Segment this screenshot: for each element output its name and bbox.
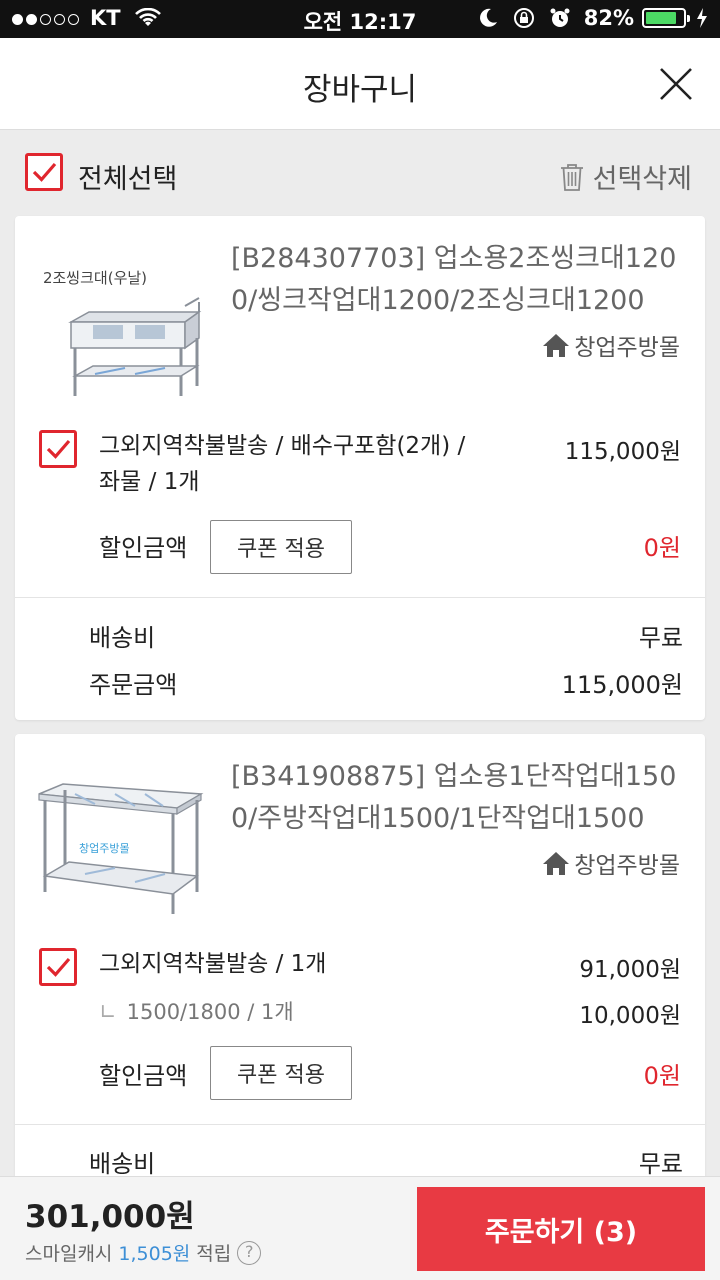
apply-coupon-button[interactable]: 쿠폰 적용 (210, 1046, 352, 1100)
delete-selected-label: 선택삭제 (592, 164, 692, 195)
check-icon (46, 439, 71, 459)
page-title: 장바구니 (302, 72, 418, 108)
select-all-label[interactable]: 전체선택 (78, 157, 177, 196)
home-icon (543, 334, 570, 357)
home-icon (543, 852, 570, 875)
order-amount-label: 주문금액 (89, 671, 178, 699)
product-name[interactable]: [B341908875] 업소용1단작업대1500/주방작업대1500/1단작업… (231, 756, 691, 840)
order-button[interactable]: 주문하기 (3) (417, 1187, 705, 1271)
discount-label: 할인금액 (99, 1062, 188, 1090)
product-name[interactable]: [B284307703] 업소용2조씽크대1200/씽크작업대1200/2조싱크… (231, 238, 691, 322)
smile-cash-label: 스마일캐시 (25, 1243, 113, 1265)
shipping-label: 배송비 (89, 624, 156, 652)
product-image[interactable]: 창업주방몰 (35, 764, 211, 924)
order-amount-value: 115,000원 (561, 671, 683, 699)
status-bar: KT 오전 12:17 82% (0, 0, 720, 38)
thumb-watermark: 창업주방몰 (79, 842, 130, 855)
divider (15, 1124, 705, 1125)
smile-cash-suffix: 적립 (196, 1243, 232, 1265)
smile-cash-info: 스마일캐시 1,505원 적립 ? (25, 1239, 262, 1266)
shipping-value: 무료 (638, 1150, 683, 1178)
moon-icon (479, 8, 497, 27)
apply-coupon-button[interactable]: 쿠폰 적용 (210, 520, 352, 574)
option-text: 그외지역착불발송 / 배수구포함(2개) / 좌물 / 1개 (99, 433, 466, 495)
bottom-bar: 301,000원 스마일캐시 1,505원 적립 ? 주문하기 (3) (0, 1176, 720, 1280)
battery-percent: 82% (583, 6, 634, 30)
item-checkbox[interactable] (39, 430, 77, 468)
cart-item-card: 2조씽크대(우날) [B284307703] 업소용2조씽크대1200/씽크작업… (15, 216, 705, 720)
close-icon[interactable] (658, 66, 694, 102)
status-right: 82% (464, 6, 708, 30)
sub-option-marker-icon: ∟ (99, 1000, 117, 1024)
discount-label: 할인금액 (99, 534, 188, 562)
seller-name: 창업주방몰 (574, 853, 680, 879)
cart-item-card: 창업주방몰 [B341908875] 업소용1단작업대1500/주방작업대150… (15, 734, 705, 1204)
check-icon (46, 957, 71, 977)
shipping-label: 배송비 (89, 1150, 156, 1178)
discount-value: 0원 (643, 534, 681, 562)
sub-option-price: 10,000원 (579, 1003, 681, 1029)
delete-selected-button[interactable]: 선택삭제 (559, 157, 692, 196)
rotation-lock-icon (513, 8, 534, 28)
seller-name: 창업주방몰 (574, 335, 680, 361)
header: 장바구니 (0, 38, 720, 130)
select-bar: 전체선택 선택삭제 (0, 130, 720, 216)
trash-icon (560, 163, 583, 191)
seller-link[interactable]: 창업주방몰 (542, 846, 680, 880)
option-price: 115,000원 (564, 439, 681, 465)
battery-icon (642, 8, 690, 28)
product-image[interactable]: 2조씽크대(우날) (35, 246, 211, 406)
option-text: 그외지역착불발송 / 1개 (99, 951, 327, 977)
sub-option-text: 1500/1800 / 1개 (126, 1000, 294, 1024)
check-icon (32, 162, 57, 182)
thumb-label: 2조씽크대(우날) (43, 269, 147, 287)
divider (15, 597, 705, 598)
seller-link[interactable]: 창업주방몰 (542, 328, 680, 362)
help-icon[interactable]: ? (237, 1240, 262, 1265)
smile-cash-amount: 1,505원 (118, 1243, 191, 1265)
item-checkbox[interactable] (39, 948, 77, 986)
discount-value: 0원 (643, 1062, 681, 1090)
shipping-value: 무료 (638, 624, 683, 652)
sub-option: ∟ 1500/1800 / 1개 (99, 996, 294, 1026)
select-all-checkbox[interactable] (25, 153, 63, 191)
alarm-icon (550, 8, 570, 27)
charging-icon (697, 8, 707, 28)
option-price: 91,000원 (579, 957, 681, 983)
total-price: 301,000원 (25, 1199, 195, 1235)
battery-level (646, 12, 676, 24)
